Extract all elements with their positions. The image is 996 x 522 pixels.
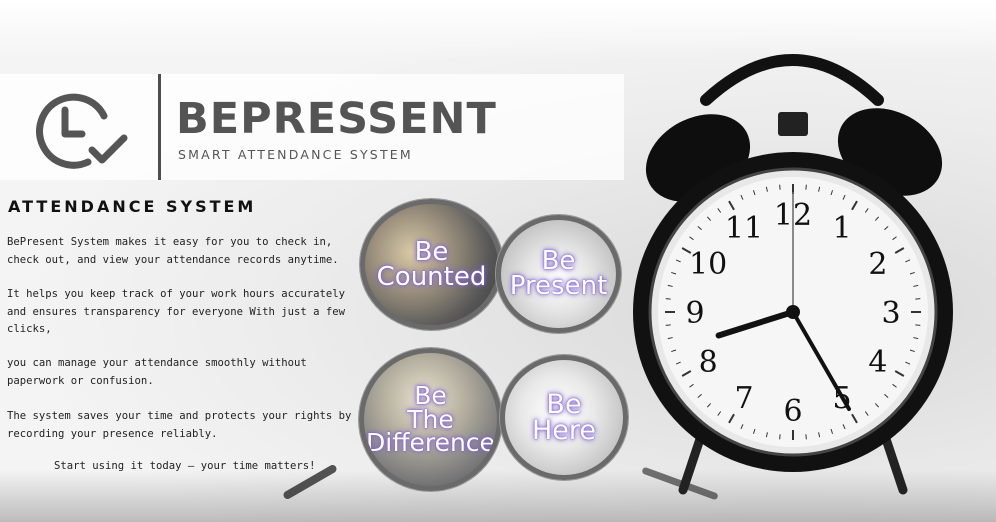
clock-numeral: 11 xyxy=(725,211,763,246)
bubble-be-here[interactable]: Be Here xyxy=(500,355,628,480)
clock-tick xyxy=(779,434,781,440)
header-banner: BEPRESSENT SMART ATTENDANCE SYSTEM xyxy=(0,74,624,180)
paragraph: It helps you keep track of your work hou… xyxy=(7,288,346,335)
clock-tick xyxy=(915,324,921,326)
brand-tagline: SMART ATTENDANCE SYSTEM xyxy=(178,147,413,162)
bubble-label: Be Counted xyxy=(376,236,487,292)
clock-tick xyxy=(665,324,671,326)
bubble-label: Be The Difference xyxy=(366,380,495,458)
clock-numeral: 6 xyxy=(783,394,802,429)
clock-numeral: 10 xyxy=(689,247,727,282)
paragraph: you can manage your attendance smoothly … xyxy=(7,357,307,387)
bubble-be-present[interactable]: Be Present xyxy=(496,215,621,333)
clock-numeral: 2 xyxy=(868,247,887,282)
clock-tick xyxy=(915,298,921,300)
bubble-be-counted[interactable]: Be Counted xyxy=(360,199,503,330)
clock-numeral: 9 xyxy=(685,296,704,331)
clock-numeral: 4 xyxy=(868,345,887,380)
clock-numeral: 7 xyxy=(734,381,753,416)
clock-handle xyxy=(700,54,884,106)
bubble-be-the-difference[interactable]: Be The Difference xyxy=(359,348,502,491)
call-to-action-text: Start using it today — your time matters… xyxy=(54,460,316,472)
clock-check-icon xyxy=(36,93,128,169)
section-title: ATTENDANCE SYSTEM xyxy=(8,197,257,216)
paragraph: BePresent System makes it easy for you t… xyxy=(7,236,339,266)
clock-tick xyxy=(805,434,807,440)
paragraph: The system saves your time and protects … xyxy=(7,410,352,440)
clock-tick xyxy=(665,298,671,300)
bubble-label: Be Present xyxy=(509,246,608,301)
clock-tick xyxy=(779,184,781,190)
clock-numeral: 8 xyxy=(699,345,718,380)
clock-numeral: 3 xyxy=(881,296,900,331)
clock-handle-post xyxy=(778,112,808,136)
brand-name: BEPRESSENT xyxy=(176,94,497,144)
clock-center-pin xyxy=(786,305,800,319)
clock-tick xyxy=(805,184,807,190)
clock-numeral: 1 xyxy=(832,211,851,246)
bubble-label: Be Here xyxy=(531,388,597,446)
alarm-clock-image: 121234567891011 xyxy=(633,54,953,495)
logo-divider xyxy=(158,74,161,180)
